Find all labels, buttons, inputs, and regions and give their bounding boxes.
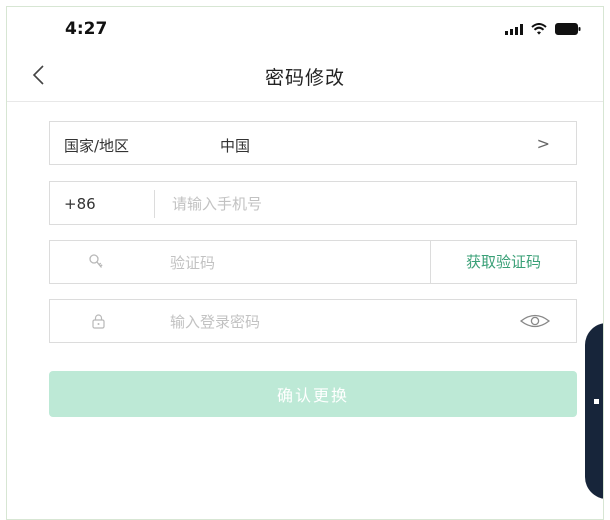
phone-screen: 4:27 密码修改 国家/地区 中国 > +86 请输入手机号 验证码 获取验证… [6,6,604,520]
region-selector[interactable]: 国家/地区 中国 > [49,121,577,165]
password-field [49,299,577,343]
password-input[interactable] [168,306,502,338]
status-time: 4:27 [65,19,108,39]
verification-code-field: 获取验证码 [49,240,577,284]
confirm-change-button[interactable]: 确认更换 [49,371,577,417]
chevron-right-icon: > [536,134,550,153]
floating-side-tab[interactable] [585,323,603,499]
page-title: 密码修改 [264,67,345,89]
get-code-button[interactable]: 获取验证码 [430,241,576,283]
verification-code-input[interactable] [168,247,422,279]
wifi-icon [531,23,547,35]
region-label: 国家/地区 [64,137,130,155]
divider [154,190,155,218]
country-code[interactable]: +86 [64,195,96,213]
region-value: 中国 [220,137,251,155]
status-bar: 4:27 [7,7,603,49]
eye-icon[interactable] [519,313,551,333]
navigation-bar: 密码修改 [7,49,603,102]
side-tab-dot [594,399,599,404]
phone-input[interactable] [170,188,564,220]
status-icons [505,23,581,35]
lock-icon [92,314,105,333]
battery-icon [555,23,581,35]
key-icon [88,253,104,275]
phone-field: +86 [49,181,577,225]
signal-icon [505,24,523,35]
